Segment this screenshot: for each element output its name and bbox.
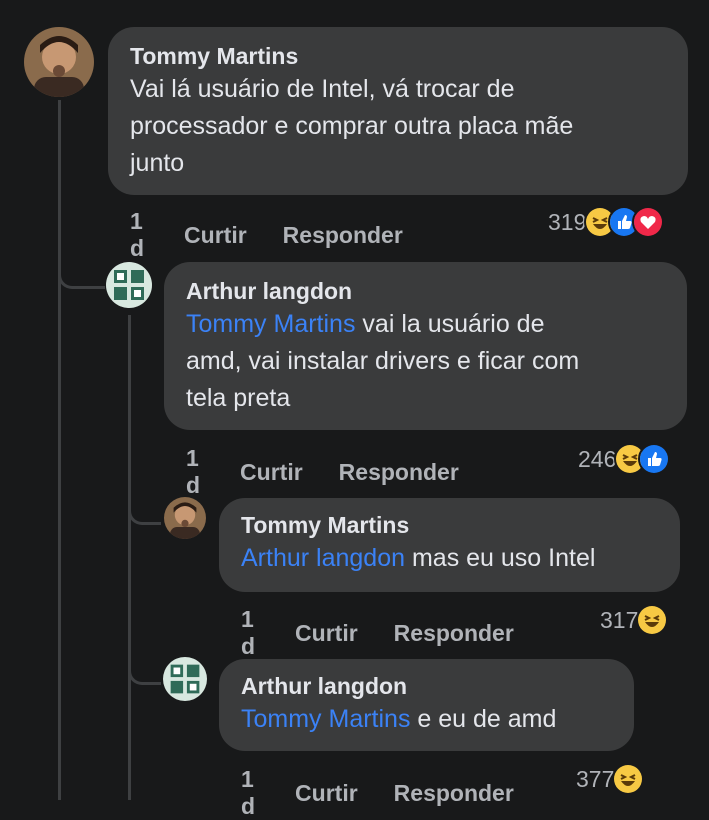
author-name[interactable]: Tommy Martins [241,510,658,540]
comment-actions: 1 d Curtir Responder [130,208,439,262]
comment-actions: 1 d Curtir Responder [241,766,550,820]
comment-actions: 1 d Curtir Responder [186,445,495,499]
author-name[interactable]: Arthur langdon [241,671,612,701]
reaction-summary[interactable]: 319 [548,206,665,238]
timestamp[interactable]: 1 d [130,208,144,262]
mention-link[interactable]: Tommy Martins [186,310,355,338]
avatar[interactable] [164,497,206,539]
comment-actions: 1 d Curtir Responder [241,606,550,660]
author-name[interactable]: Tommy Martins [130,41,666,71]
comment-line-text: vai la usuário de [355,310,545,338]
comment-line-text: mas eu uso Intel [405,544,596,572]
timestamp[interactable]: 1 d [186,445,200,499]
thread-line-main [58,100,61,800]
haha-icon [636,604,669,636]
comment-bubble: Arthur langdon Tommy Martins e eu de amd [219,659,634,751]
like-button[interactable]: Curtir [184,222,247,249]
reaction-count: 246 [578,445,617,472]
reply-button[interactable]: Responder [339,459,459,486]
reaction-summary[interactable]: 246 [578,443,671,475]
comment-line-text: e eu de amd [410,705,557,733]
comment-line: Vai lá usuário de Intel, vá trocar de [130,75,515,103]
mention-link[interactable]: Arthur langdon [241,544,405,572]
reaction-summary[interactable]: 317 [600,604,669,636]
comment-line: processador e comprar outra placa mãe [130,112,574,140]
comment-bubble: Tommy Martins Vai lá usuário de Intel, v… [108,27,688,195]
reaction-count: 377 [576,765,615,792]
thread-branch [128,490,161,525]
reply-button[interactable]: Responder [394,620,514,647]
comment-line: amd, vai instalar drivers e ficar com [186,347,580,375]
thread-line-reply [128,315,131,800]
comment-line: junto [130,149,185,177]
reply-button[interactable]: Responder [283,222,403,249]
like-button[interactable]: Curtir [240,459,303,486]
avatar[interactable] [24,27,94,97]
avatar[interactable] [106,262,152,308]
comment-text: Arthur langdon mas eu uso Intel [241,540,658,577]
comment-line: Tommy Martins vai la usuário de [186,306,665,343]
comment-bubble: Tommy Martins Arthur langdon mas eu uso … [219,498,680,592]
haha-icon [612,763,645,795]
comment-text: Tommy Martins vai la usuário de amd, vai… [186,306,665,417]
like-button[interactable]: Curtir [295,620,358,647]
thread-branch [128,650,161,685]
avatar[interactable] [163,657,207,701]
reaction-count: 317 [600,606,639,633]
reply-button[interactable]: Responder [394,780,514,807]
like-icon [638,443,671,475]
like-button[interactable]: Curtir [295,780,358,807]
author-name[interactable]: Arthur langdon [186,276,665,306]
reaction-summary[interactable]: 377 [576,763,645,795]
timestamp[interactable]: 1 d [241,606,255,660]
comment-text: Tommy Martins e eu de amd [241,701,612,738]
comment-bubble: Arthur langdon Tommy Martins vai la usuá… [164,262,687,430]
timestamp[interactable]: 1 d [241,766,255,820]
mention-link[interactable]: Tommy Martins [241,705,410,733]
thread-branch [58,250,105,289]
love-icon [632,206,665,238]
comment-text: Vai lá usuário de Intel, vá trocar de pr… [130,71,666,182]
reaction-count: 319 [548,208,587,235]
comment-line: tela preta [186,384,291,412]
